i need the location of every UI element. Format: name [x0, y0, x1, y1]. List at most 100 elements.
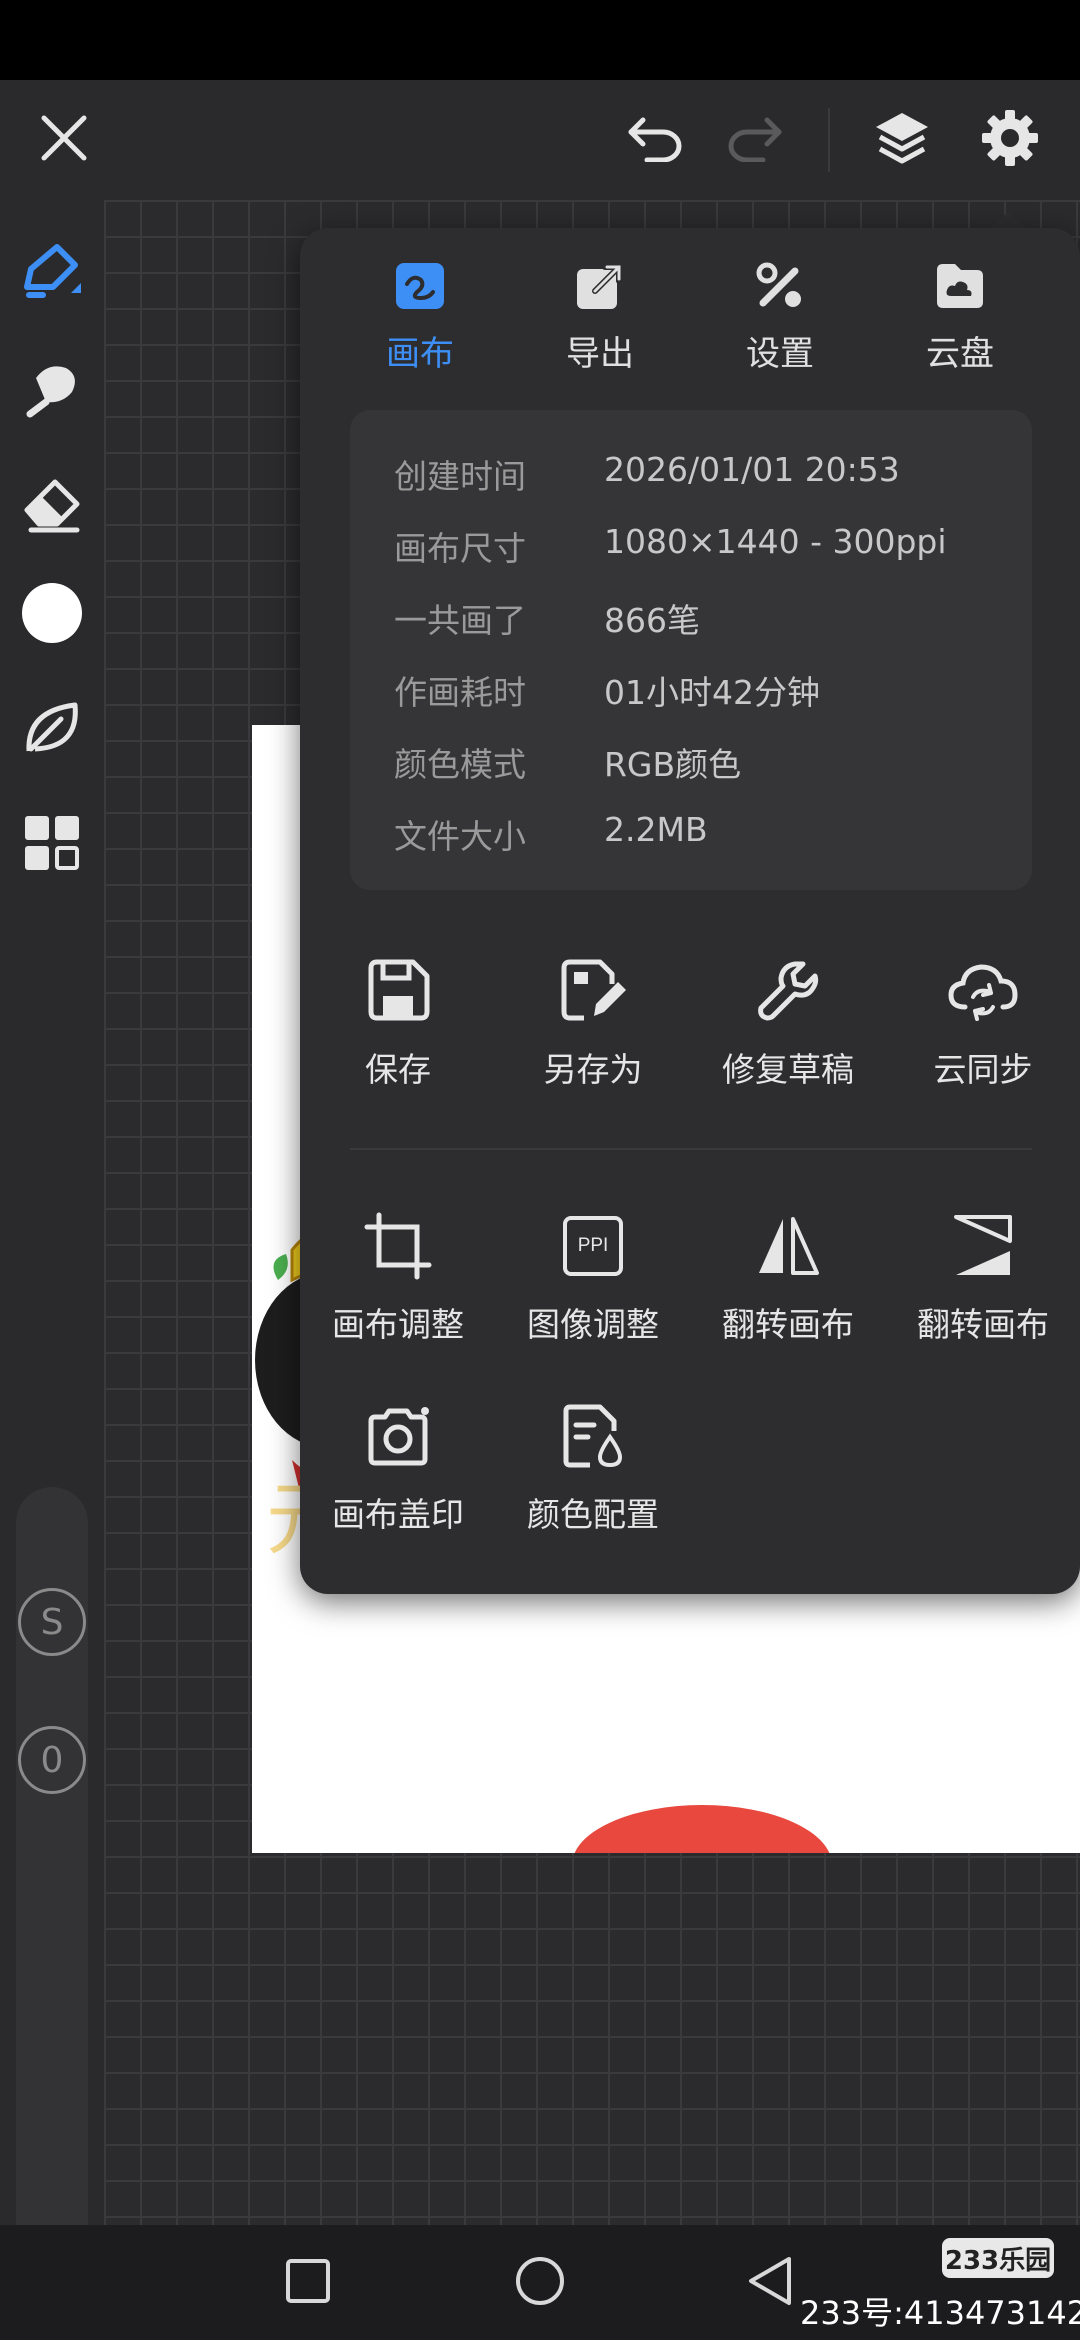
panel-tabs: 画布 导出 设置 云盘: [300, 258, 1080, 388]
canvas-menu-panel: 画布 导出 设置 云盘 创建时间 2026/01/01 20:53 画布尺寸 1…: [300, 228, 1080, 1594]
info-key: 文件大小: [394, 817, 526, 856]
info-row: 创建时间 2026/01/01 20:53: [394, 450, 900, 496]
brush-icon: [19, 239, 85, 309]
smudge-tool[interactable]: [12, 350, 92, 430]
color-icon: [20, 581, 84, 649]
camera-icon: [360, 1398, 436, 1474]
action-label: 修复草稿: [722, 1050, 854, 1089]
action-label: 另存为: [543, 1050, 643, 1089]
brush-tool[interactable]: [12, 234, 92, 314]
eraser-icon: [21, 472, 83, 538]
home-icon: [514, 2255, 566, 2311]
tools-icon: [752, 258, 808, 314]
gear-icon: [980, 108, 1040, 172]
toolbar-divider: [828, 108, 830, 172]
ppi-badge: PPI: [577, 1235, 609, 1256]
layers-icon: [872, 109, 932, 171]
info-value: 1080×1440 - 300ppi: [604, 522, 947, 561]
opacity-slider-handle[interactable]: 0: [18, 1726, 86, 1794]
cloud-sync-button[interactable]: 云同步: [885, 953, 1080, 1103]
flip-vertical-button[interactable]: 翻转画布: [885, 1208, 1080, 1358]
info-key: 一共画了: [394, 601, 526, 640]
watermark-logo: 233乐园: [942, 2238, 1054, 2278]
save-icon: [360, 953, 436, 1029]
action-label: 颜色配置: [527, 1495, 659, 1534]
export-icon: [572, 258, 628, 314]
ppi-icon: PPI: [555, 1208, 631, 1284]
color-profile-icon: [555, 1398, 631, 1474]
smudge-icon: [22, 358, 82, 422]
tab-cloud-drive[interactable]: 云盘: [870, 258, 1050, 388]
info-value: 01小时42分钟: [604, 673, 820, 712]
size-slider-handle[interactable]: S: [18, 1588, 86, 1656]
status-bar: [0, 0, 1080, 80]
redo-button[interactable]: [715, 100, 795, 180]
info-row: 文件大小 2.2MB: [394, 810, 708, 856]
settings-button[interactable]: [970, 100, 1050, 180]
tab-label: 设置: [746, 334, 814, 374]
tab-canvas[interactable]: 画布: [330, 258, 510, 388]
leaf-icon: [21, 697, 83, 763]
color-picker[interactable]: [12, 575, 92, 655]
info-value: 2026/01/01 20:53: [604, 450, 900, 489]
canvas-adjust-button[interactable]: 画布调整: [300, 1208, 496, 1358]
artwork-red-shape: [572, 1805, 832, 1853]
grid-icon: [23, 814, 81, 876]
home-button[interactable]: [500, 2245, 580, 2321]
wrench-icon: [750, 953, 826, 1029]
info-key: 颜色模式: [394, 745, 526, 784]
canvas-icon: [392, 258, 448, 314]
action-label: 翻转画布: [917, 1305, 1049, 1344]
info-value: 2.2MB: [604, 810, 708, 849]
top-bar: [0, 80, 1080, 200]
recents-icon: [285, 2258, 331, 2308]
save-button[interactable]: 保存: [300, 953, 496, 1103]
flip-horizontal-button[interactable]: 翻转画布: [690, 1208, 886, 1358]
info-value: RGB颜色: [604, 745, 742, 784]
info-row: 一共画了 866笔: [394, 594, 700, 640]
back-icon: [745, 2255, 795, 2311]
panel-separator: [350, 1148, 1032, 1150]
watermark-text: 233号:413473142: [800, 2294, 1080, 2332]
tab-label: 导出: [566, 334, 634, 374]
undo-button[interactable]: [615, 100, 695, 180]
action-label: 图像调整: [527, 1305, 659, 1344]
info-value: 866笔: [604, 601, 700, 640]
tab-settings[interactable]: 设置: [690, 258, 870, 388]
action-label: 云同步: [933, 1050, 1033, 1089]
left-toolbar: S 0: [0, 200, 104, 2280]
flip-horizontal-icon: [750, 1208, 826, 1284]
info-key: 创建时间: [394, 457, 526, 496]
crop-icon: [360, 1208, 436, 1284]
info-key: 画布尺寸: [394, 529, 526, 568]
info-row: 颜色模式 RGB颜色: [394, 738, 742, 784]
redo-icon: [725, 114, 785, 166]
tab-label: 画布: [386, 334, 454, 374]
save-as-icon: [555, 953, 631, 1029]
cloud-drive-icon: [932, 258, 988, 314]
eraser-tool[interactable]: [12, 465, 92, 545]
grid-tool[interactable]: [12, 805, 92, 885]
tab-export[interactable]: 导出: [510, 258, 690, 388]
close-icon: [38, 112, 90, 168]
layers-button[interactable]: [862, 100, 942, 180]
repair-draft-button[interactable]: 修复草稿: [690, 953, 886, 1103]
info-row: 画布尺寸 1080×1440 - 300ppi: [394, 522, 947, 568]
close-button[interactable]: [24, 100, 104, 180]
canvas-info-box: 创建时间 2026/01/01 20:53 画布尺寸 1080×1440 - 3…: [350, 410, 1032, 890]
info-key: 作画耗时: [394, 673, 526, 712]
leaf-tool[interactable]: [12, 690, 92, 770]
cloud-sync-icon: [945, 953, 1021, 1029]
canvas-stamp-button[interactable]: 画布盖印: [300, 1398, 496, 1548]
tab-label: 云盘: [926, 334, 994, 374]
info-row: 作画耗时 01小时42分钟: [394, 666, 820, 712]
action-label: 翻转画布: [722, 1305, 854, 1344]
back-button[interactable]: [730, 2245, 810, 2321]
image-adjust-button[interactable]: PPI 图像调整: [495, 1208, 691, 1358]
action-label: 画布盖印: [332, 1495, 464, 1534]
color-profile-button[interactable]: 颜色配置: [495, 1398, 691, 1548]
recents-button[interactable]: [268, 2245, 348, 2321]
action-label: 画布调整: [332, 1305, 464, 1344]
save-as-button[interactable]: 另存为: [495, 953, 691, 1103]
action-label: 保存: [365, 1050, 431, 1089]
